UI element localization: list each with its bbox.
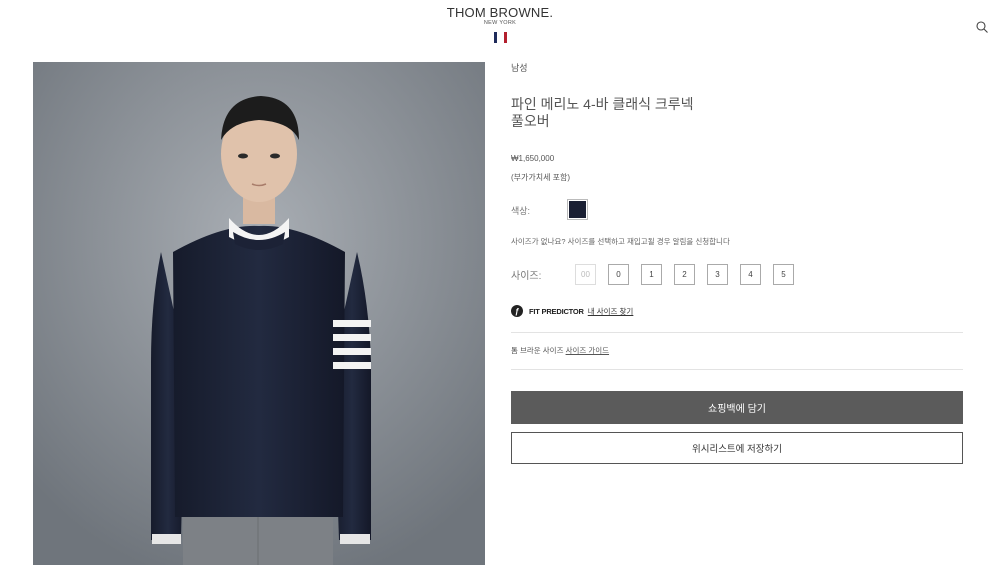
size-option-4[interactable]: 4 <box>740 264 761 285</box>
save-to-wishlist-button[interactable]: 위시리스트에 저장하기 <box>511 432 963 464</box>
size-option-0[interactable]: 0 <box>608 264 629 285</box>
size-selector: 00 0 1 2 3 4 5 <box>575 264 794 285</box>
divider <box>511 332 963 333</box>
divider <box>511 369 963 370</box>
size-option-1[interactable]: 1 <box>641 264 662 285</box>
product-title-line2: 풀오버 <box>511 113 550 129</box>
gender-label: 남성 <box>511 63 528 73</box>
size-label: 사이즈: <box>511 271 542 282</box>
color-swatch-fill <box>569 201 586 218</box>
find-my-size-link[interactable]: 내 사이즈 찾기 <box>588 306 634 317</box>
size-guide-link[interactable]: 사이즈 가이드 <box>566 346 609 355</box>
add-to-bag-button[interactable]: 쇼핑백에 담기 <box>511 391 963 424</box>
product-title: 파인 메리노 4-바 클래식 크루넥 풀오버 <box>511 96 751 130</box>
fit-predictor: ƒ FIT PREDICTOR 내 사이즈 찾기 <box>511 305 633 317</box>
size-option-00[interactable]: 00 <box>575 264 596 285</box>
brand-location: NEW YORK <box>483 20 517 26</box>
size-guide-text: 톰 브라운 사이즈 <box>511 346 564 355</box>
size-option-5[interactable]: 5 <box>773 264 794 285</box>
size-guide-row: 톰 브라운 사이즈 사이즈 가이드 <box>511 345 609 356</box>
tricolor-flag-icon <box>440 32 560 43</box>
size-restock-note: 사이즈가 없나요? 사이즈를 선택하고 재입고될 경우 알림을 신청합니다 <box>511 237 730 246</box>
product-image[interactable] <box>33 62 485 565</box>
color-swatch-navy[interactable] <box>567 199 588 220</box>
product-title-line1: 파인 메리노 4-바 클래식 크루넥 <box>511 96 694 112</box>
brand-logo[interactable]: THOM BROWNE. NEW YORK <box>440 6 560 43</box>
site-header: THOM BROWNE. NEW YORK <box>0 0 1000 50</box>
fit-predictor-title: FIT PREDICTOR <box>529 306 584 316</box>
search-icon[interactable] <box>975 20 989 34</box>
color-label: 색상: <box>511 206 531 216</box>
size-option-3[interactable]: 3 <box>707 264 728 285</box>
product-price: ₩1,650,000 <box>511 154 555 163</box>
brand-name: THOM BROWNE. <box>446 5 554 20</box>
vat-note: (부가가치세 포함) <box>511 173 571 182</box>
fit-predictor-icon: ƒ <box>511 305 523 317</box>
size-option-2[interactable]: 2 <box>674 264 695 285</box>
